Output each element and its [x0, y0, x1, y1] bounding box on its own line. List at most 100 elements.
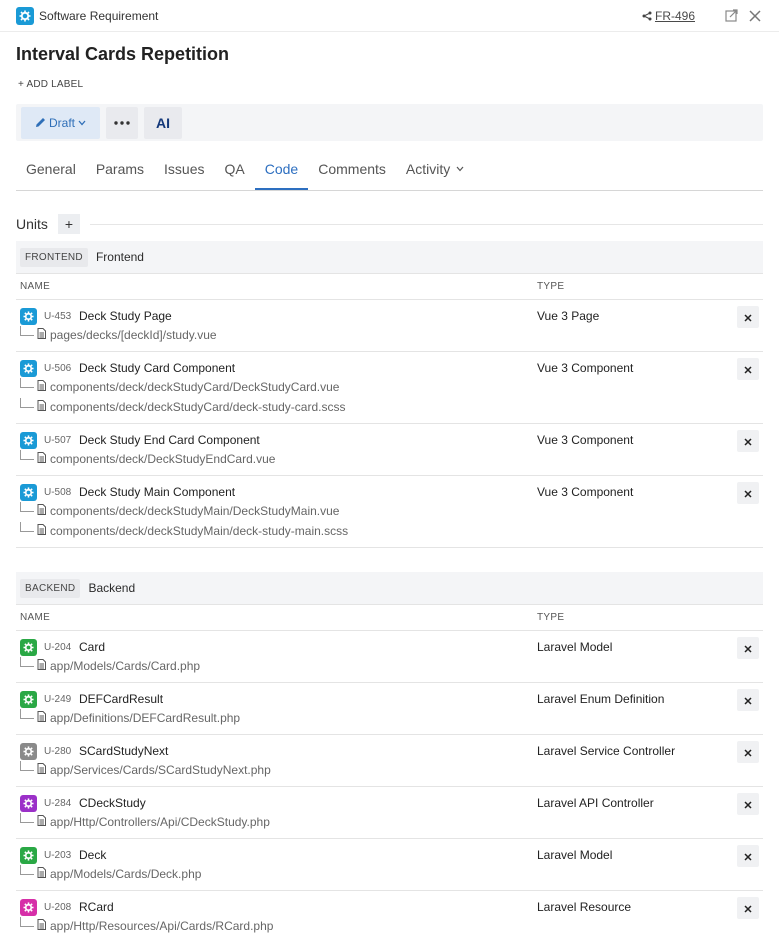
unit-groups: FRONTEND Frontend NAME TYPE U-453 Deck Study …	[0, 241, 779, 942]
unit-type: Laravel API Controller	[537, 796, 654, 810]
unit-key: U-284	[44, 797, 72, 809]
unit-name[interactable]: Deck	[79, 848, 106, 862]
remove-unit-button[interactable]	[737, 897, 759, 919]
remove-unit-button[interactable]	[737, 741, 759, 763]
tree-connector	[20, 326, 34, 336]
file-path[interactable]: app/Http/Resources/Api/Cards/RCard.php	[50, 919, 273, 933]
unit-name[interactable]: SCardStudyNext	[79, 744, 168, 758]
file-path[interactable]: app/Models/Cards/Deck.php	[50, 867, 201, 881]
tree-connector	[20, 398, 34, 408]
file-icon	[37, 919, 46, 933]
remove-unit-button[interactable]	[737, 482, 759, 504]
tab-qa[interactable]: QA	[215, 161, 255, 190]
file-path-item: app/Models/Cards/Deck.php	[16, 864, 763, 884]
file-icon	[37, 867, 46, 881]
file-icon	[37, 815, 46, 829]
unit-name[interactable]: Deck Study Card Component	[79, 361, 235, 375]
close-icon	[744, 641, 752, 656]
unit-group: BACKEND Backend NAME TYPE U-204 Card Laravel M…	[16, 572, 763, 942]
unit-key: U-507	[44, 434, 72, 446]
file-path[interactable]: app/Models/Cards/Card.php	[50, 659, 200, 673]
unit-key: U-280	[44, 745, 72, 757]
unit-row[interactable]: U-203 Deck Laravel Model app/Models/Cards/D…	[16, 839, 763, 891]
issue-key-link[interactable]: FR-496	[642, 9, 695, 23]
file-path[interactable]: pages/decks/[deckId]/study.vue	[50, 328, 217, 342]
remove-unit-button[interactable]	[737, 689, 759, 711]
close-icon[interactable]	[747, 8, 763, 24]
unit-row[interactable]: U-284 CDeckStudy Laravel API Controller app…	[16, 787, 763, 839]
file-path[interactable]: app/Definitions/DEFCardResult.php	[50, 711, 240, 725]
unit-name[interactable]: CDeckStudy	[79, 796, 146, 810]
remove-unit-button[interactable]	[737, 358, 759, 380]
gear-icon	[16, 6, 34, 25]
file-path-item: components/deck/deckStudyMain/DeckStudyM…	[16, 501, 763, 521]
units-label: Units	[16, 216, 48, 232]
unit-row[interactable]: U-249 DEFCardResult Laravel Enum Definitio…	[16, 683, 763, 735]
file-icon	[37, 763, 46, 777]
more-options-button[interactable]	[106, 106, 138, 139]
unit-row[interactable]: U-453 Deck Study Page Vue 3 Page pages/deck…	[16, 300, 763, 352]
unit-row[interactable]: U-280 SCardStudyNext Laravel Service Contr…	[16, 735, 763, 787]
unit-name[interactable]: Card	[79, 640, 105, 654]
open-external-icon[interactable]	[723, 8, 739, 24]
tree-connector	[20, 917, 34, 927]
file-path[interactable]: components/deck/deckStudyCard/deck-study…	[50, 400, 345, 414]
unit-name[interactable]: Deck Study End Card Component	[79, 433, 260, 447]
file-path[interactable]: components/deck/DeckStudyEndCard.vue	[50, 452, 275, 466]
group-name: Backend	[88, 581, 136, 595]
group-badge: BACKEND	[20, 578, 81, 598]
group-header: BACKEND Backend	[16, 572, 763, 605]
file-path[interactable]: components/deck/deckStudyMain/deck-study…	[50, 524, 348, 538]
remove-unit-button[interactable]	[737, 845, 759, 867]
column-headers: NAME TYPE	[16, 274, 763, 300]
unit-row[interactable]: U-506 Deck Study Card Component Vue 3 Comp…	[16, 352, 763, 424]
tab-params[interactable]: Params	[86, 161, 154, 190]
remove-unit-button[interactable]	[737, 430, 759, 452]
unit-row[interactable]: U-204 Card Laravel Model app/Models/Cards/C…	[16, 631, 763, 683]
file-path[interactable]: app/Services/Cards/SCardStudyNext.php	[50, 763, 271, 777]
file-path[interactable]: app/Http/Controllers/Api/CDeckStudy.php	[50, 815, 270, 829]
unit-name[interactable]: Deck Study Main Component	[79, 485, 235, 499]
remove-unit-button[interactable]	[737, 306, 759, 328]
file-path-item: pages/decks/[deckId]/study.vue	[16, 325, 763, 345]
unit-name[interactable]: RCard	[79, 900, 114, 914]
item-type-label: Software Requirement	[39, 8, 159, 23]
gear-icon	[20, 794, 37, 812]
issue-key: FR-496	[654, 8, 695, 23]
unit-group: FRONTEND Frontend NAME TYPE U-453 Deck Study …	[16, 241, 763, 548]
unit-row[interactable]: U-208 RCard Laravel Resource app/Http/Resou…	[16, 891, 763, 942]
gear-icon	[20, 307, 37, 325]
remove-unit-button[interactable]	[737, 793, 759, 815]
unit-name[interactable]: Deck Study Page	[79, 309, 172, 323]
tab-activity[interactable]: Activity	[396, 161, 474, 190]
tree-connector	[20, 502, 34, 512]
file-path[interactable]: components/deck/deckStudyMain/DeckStudyM…	[50, 504, 339, 518]
tab-issues[interactable]: Issues	[154, 161, 214, 190]
column-name-header: NAME	[20, 281, 51, 292]
tab-comments[interactable]: Comments	[308, 161, 396, 190]
gear-icon	[20, 431, 37, 449]
tree-connector	[20, 813, 34, 823]
unit-row[interactable]: U-507 Deck Study End Card Component Vue 3 …	[16, 424, 763, 476]
ellipsis-icon	[114, 120, 130, 125]
add-label-button[interactable]: + ADD LABEL	[0, 72, 779, 98]
tab-general[interactable]: General	[16, 161, 86, 190]
unit-name[interactable]: DEFCardResult	[79, 692, 163, 706]
unit-key: U-249	[44, 693, 72, 705]
close-icon	[744, 797, 752, 812]
tab-code[interactable]: Code	[254, 161, 309, 190]
add-unit-button[interactable]: +	[57, 214, 80, 234]
group-name: Frontend	[95, 250, 144, 264]
gear-icon	[20, 690, 37, 708]
file-icon	[37, 400, 46, 414]
ai-button[interactable]: AI	[144, 106, 182, 139]
remove-unit-button[interactable]	[737, 637, 759, 659]
file-path[interactable]: components/deck/deckStudyCard/DeckStudyC…	[50, 380, 339, 394]
unit-row[interactable]: U-508 Deck Study Main Component Vue 3 Comp…	[16, 476, 763, 548]
tree-connector	[20, 522, 34, 532]
unit-row-main: U-204 Card	[16, 638, 763, 656]
file-icon	[37, 524, 46, 538]
status-dropdown[interactable]: Draft	[21, 106, 100, 139]
unit-type: Laravel Enum Definition	[537, 692, 665, 706]
